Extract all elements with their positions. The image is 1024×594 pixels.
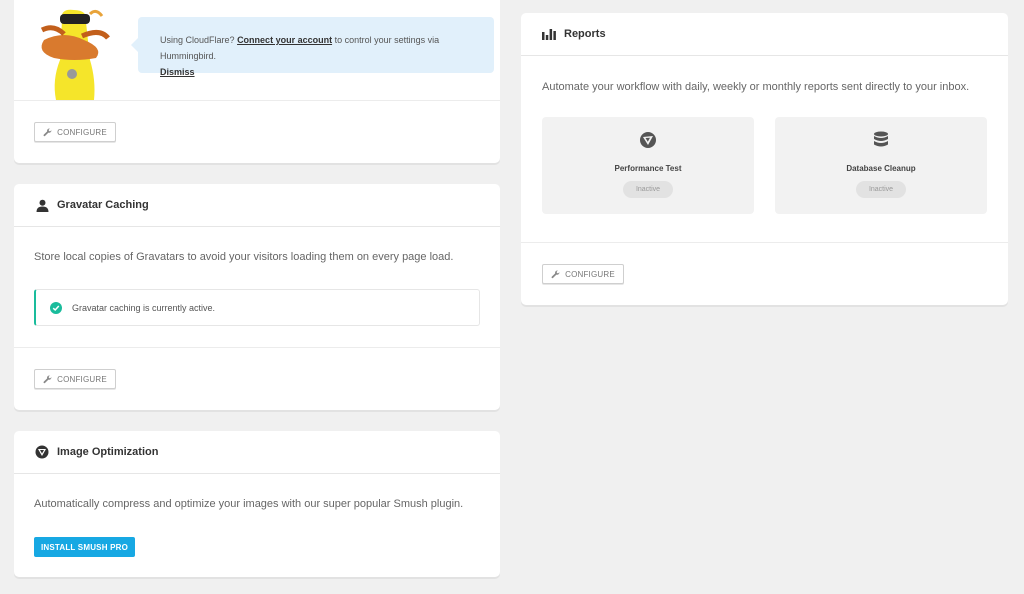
wrench-icon <box>43 374 52 383</box>
image-optimization-card: Image Optimization Automatically compres… <box>14 431 500 577</box>
cloudflare-notice: Using CloudFlare? Connect your account t… <box>131 17 494 77</box>
divider <box>521 242 1008 243</box>
wrench-icon <box>551 269 560 278</box>
database-icon <box>874 131 888 147</box>
user-icon <box>35 198 49 212</box>
gravatar-caching-card: Gravatar Caching Store local copies of G… <box>14 184 500 410</box>
gravatar-configure-button[interactable]: CONFIGURE <box>34 369 116 389</box>
divider <box>14 100 500 101</box>
report-item-database-cleanup[interactable]: Database Cleanup Inactive <box>775 117 987 214</box>
gravatar-description: Store local copies of Gravatars to avoid… <box>34 251 454 263</box>
report-item-performance-test[interactable]: Performance Test Inactive <box>542 117 754 214</box>
performance-icon <box>640 132 656 148</box>
reports-description: Automate your workflow with daily, weekl… <box>542 81 970 93</box>
image-optimization-description: Automatically compress and optimize your… <box>34 498 464 510</box>
configure-label: CONFIGURE <box>57 374 107 384</box>
image-optimization-header: Image Optimization <box>14 431 500 474</box>
dismiss-link[interactable]: Dismiss <box>160 67 195 77</box>
reports-title: Reports <box>564 28 606 40</box>
connect-account-link[interactable]: Connect your account <box>237 35 332 45</box>
image-optimization-title: Image Optimization <box>57 446 159 458</box>
cloudflare-configure-button[interactable]: CONFIGURE <box>34 122 116 142</box>
status-badge: Inactive <box>856 181 906 198</box>
reports-card: Reports Automate your workflow with dail… <box>521 13 1008 305</box>
gravatar-title: Gravatar Caching <box>57 199 149 211</box>
cloudflare-card: Using CloudFlare? Connect your account t… <box>14 0 500 163</box>
check-icon <box>50 301 62 314</box>
gravatar-card-header: Gravatar Caching <box>14 184 500 227</box>
status-badge: Inactive <box>623 181 673 198</box>
report-item-label: Performance Test <box>614 164 682 173</box>
reports-header: Reports <box>521 13 1008 56</box>
hummingbird-mascot-image <box>34 0 114 100</box>
cloudflare-notice-prefix: Using CloudFlare? <box>160 35 235 45</box>
bar-chart-icon <box>542 27 556 41</box>
gravatar-status-notice: Gravatar caching is currently active. <box>34 289 480 326</box>
report-item-label: Database Cleanup <box>846 164 916 173</box>
install-smush-pro-button[interactable]: INSTALL SMUSH PRO <box>34 537 135 557</box>
configure-label: CONFIGURE <box>565 269 615 279</box>
configure-label: CONFIGURE <box>57 127 107 137</box>
gravatar-status-message: Gravatar caching is currently active. <box>72 302 216 313</box>
wrench-icon <box>43 127 52 136</box>
smush-icon <box>35 445 49 459</box>
reports-configure-button[interactable]: CONFIGURE <box>542 264 624 284</box>
divider <box>14 347 500 348</box>
